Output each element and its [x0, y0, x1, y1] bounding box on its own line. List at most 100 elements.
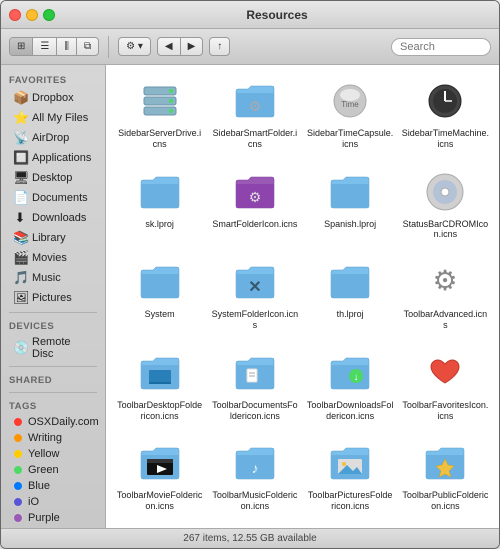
forward-btn[interactable]: ▶ — [181, 38, 203, 55]
file-icon-server — [136, 77, 184, 125]
sidebar-item-remote-disc[interactable]: 💿 Remote Disc — [5, 334, 101, 362]
sidebar-item-label: Desktop — [32, 172, 72, 184]
sidebar-item-documents[interactable]: 📄 Documents — [5, 188, 101, 208]
dropbox-icon: 📦 — [13, 90, 27, 106]
file-item[interactable]: SidebarTimeMachine.icns — [400, 73, 491, 154]
sidebar-item-pictures[interactable]: 🖼 Pictures — [5, 288, 101, 308]
sidebar-item-label: Applications — [32, 152, 91, 164]
sidebar-item-desktop[interactable]: 🖥 Desktop — [5, 168, 101, 188]
svg-text:♪: ♪ — [251, 460, 258, 476]
sidebar-item-tag-purple[interactable]: Purple — [5, 510, 101, 526]
devices-label: DEVICES — [1, 317, 105, 334]
file-item[interactable]: ♪ ToolbarMusicFoldericon.icns — [209, 435, 300, 516]
remote-disc-icon: 💿 — [13, 340, 27, 356]
file-label: SidebarTimeMachine.icns — [402, 128, 489, 150]
view-column-btn[interactable]: ⫼ — [57, 38, 77, 55]
sidebar-item-tag-io[interactable]: iO — [5, 494, 101, 510]
file-item[interactable]: ⚙ SidebarSmartFolder.icns — [209, 73, 300, 154]
sidebar-item-label: Movies — [32, 252, 67, 264]
file-item[interactable]: SidebarServerDrive.icns — [114, 73, 205, 154]
sidebar-item-label: iO — [28, 496, 39, 508]
sidebar-item-applications[interactable]: 🔲 Applications — [5, 148, 101, 168]
sidebar: FAVORITES 📦 Dropbox ⭐ All My Files 📡 Air… — [1, 65, 106, 528]
movies-icon: 🎬 — [13, 250, 27, 266]
applications-icon: 🔲 — [13, 150, 27, 166]
file-icon-capsule: Time — [326, 77, 374, 125]
svg-text:⚙: ⚙ — [249, 98, 262, 114]
file-item[interactable]: StatusBarCDROMIcon.icns — [400, 164, 491, 245]
sidebar-item-tag-green[interactable]: Green — [5, 462, 101, 478]
file-item[interactable]: Spanish.lproj — [305, 164, 396, 245]
pictures-icon: 🖼 — [13, 290, 27, 306]
file-item[interactable]: System — [114, 254, 205, 335]
sidebar-item-movies[interactable]: 🎬 Movies — [5, 248, 101, 268]
sidebar-item-tag-writing[interactable]: Writing — [5, 430, 101, 446]
sidebar-item-tag-yellow[interactable]: Yellow — [5, 446, 101, 462]
sidebar-item-label: Downloads — [32, 212, 86, 224]
airdrop-icon: 📡 — [13, 130, 27, 146]
sidebar-item-all-my-files[interactable]: ⭐ All My Files — [5, 108, 101, 128]
sidebar-item-tag-osxdaily[interactable]: OSXDaily.com — [5, 414, 101, 430]
svg-text:Time: Time — [341, 100, 359, 109]
file-item[interactable]: ToolbarDocumentsFoldericon.icns — [209, 345, 300, 426]
action-btn[interactable]: ⚙ ▾ — [119, 38, 150, 55]
file-label: ToolbarMovieFoldericon.icns — [116, 490, 203, 512]
toolbar-separator — [108, 36, 109, 58]
file-item[interactable]: ToolbarPublicFoldericon.icns — [400, 435, 491, 516]
svg-text:⚙: ⚙ — [433, 265, 458, 296]
shared-label: SHARED — [1, 371, 105, 388]
sidebar-item-tag-blue[interactable]: Blue — [5, 478, 101, 494]
file-icon-folder_pic — [326, 439, 374, 487]
file-item[interactable]: ⚙ ToolbarAdvanced.icns — [400, 254, 491, 335]
tag-dot-red — [13, 417, 23, 427]
search-input[interactable] — [391, 38, 491, 56]
sidebar-item-downloads[interactable]: ⬇ Downloads — [5, 208, 101, 228]
sidebar-item-label: Remote Disc — [32, 336, 93, 360]
file-item[interactable]: ↓ ToolbarDownloadsFoldericon.icns — [305, 345, 396, 426]
action-group: ⚙ ▾ — [118, 37, 151, 56]
sidebar-item-library[interactable]: 📚 Library — [5, 228, 101, 248]
file-item[interactable]: ToolbarPicturesFoldericon.icns — [305, 435, 396, 516]
file-item[interactable]: ToolbarFavoritesIcon.icns — [400, 345, 491, 426]
main-area: FAVORITES 📦 Dropbox ⭐ All My Files 📡 Air… — [1, 65, 499, 528]
view-list-btn[interactable]: ☰ — [33, 38, 57, 55]
file-icon-timemachine — [421, 77, 469, 125]
back-btn[interactable]: ◀ — [158, 38, 181, 55]
file-item[interactable]: Time SidebarTimeCapsule.icns — [305, 73, 396, 154]
sidebar-divider-1 — [9, 312, 97, 313]
file-item[interactable]: th.lproj — [305, 254, 396, 335]
documents-icon: 📄 — [13, 190, 27, 206]
sidebar-item-label: Pictures — [32, 292, 72, 304]
minimize-button[interactable] — [26, 9, 38, 21]
tag-dot-indigo — [13, 497, 23, 507]
view-coverflow-btn[interactable]: ⧉ — [77, 38, 98, 55]
view-icon-btn[interactable]: ⊞ — [10, 38, 33, 55]
maximize-button[interactable] — [43, 9, 55, 21]
file-label: ToolbarFavoritesIcon.icns — [402, 400, 489, 422]
file-item[interactable]: ToolbarDesktopFoldericon.icns — [114, 345, 205, 426]
tag-dot-green — [13, 465, 23, 475]
sidebar-item-airdrop[interactable]: 📡 AirDrop — [5, 128, 101, 148]
file-icon-cdrom — [421, 168, 469, 216]
file-label: System — [145, 309, 175, 320]
share-btn[interactable]: ↑ — [210, 38, 229, 55]
share-group: ↑ — [209, 37, 230, 56]
all-files-icon: ⭐ — [13, 110, 27, 126]
file-label: SidebarServerDrive.icns — [116, 128, 203, 150]
sidebar-item-music[interactable]: 🎵 Music — [5, 268, 101, 288]
downloads-icon: ⬇ — [13, 210, 27, 226]
tag-dot-blue — [13, 481, 23, 491]
nav-group: ◀ ▶ — [157, 37, 203, 56]
sidebar-item-label: All My Files — [32, 112, 88, 124]
sidebar-item-label: Green — [28, 464, 59, 476]
file-item[interactable]: sk.lproj — [114, 164, 205, 245]
file-item[interactable]: ⚙ SmartFolderIcon.icns — [209, 164, 300, 245]
close-button[interactable] — [9, 9, 21, 21]
statusbar: 267 items, 12.55 GB available — [1, 528, 499, 548]
file-item[interactable]: ToolbarMovieFoldericon.icns — [114, 435, 205, 516]
file-item[interactable]: ✕ SystemFolderIcon.icns — [209, 254, 300, 335]
file-icon-folder_gear2: ⚙ — [231, 168, 279, 216]
desktop-icon: 🖥 — [13, 170, 27, 186]
tag-dot-yellow — [13, 449, 23, 459]
sidebar-item-dropbox[interactable]: 📦 Dropbox — [5, 88, 101, 108]
